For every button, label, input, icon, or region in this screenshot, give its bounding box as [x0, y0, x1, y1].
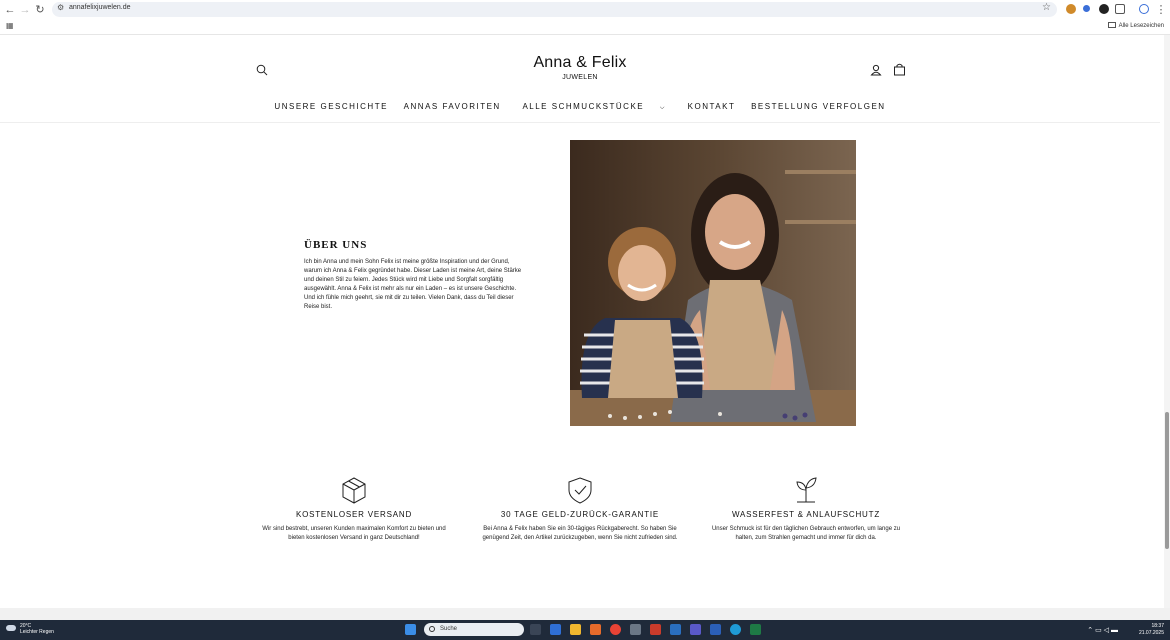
app-icon[interactable] [670, 624, 681, 635]
nav-unsere-geschichte[interactable]: UNSERE GESCHICHTE [274, 102, 388, 111]
bookmark-star-icon[interactable]: ☆ [1042, 2, 1051, 13]
taskbar-search-label: Suche [440, 626, 458, 632]
chrome-icon[interactable] [610, 624, 621, 635]
clock-date: 21.07.2025 [1138, 630, 1164, 636]
nav-bestellung-verfolgen[interactable]: BESTELLUNG VERFOLGEN [751, 102, 885, 111]
extension-search-icon[interactable] [1083, 5, 1090, 12]
shield-check-icon [568, 477, 592, 504]
url-text: annafelixjuwelen.de [69, 4, 131, 11]
feature-title: 30 TAGE GELD-ZURÜCK-GARANTIE [500, 510, 660, 519]
excel-icon[interactable] [750, 624, 761, 635]
extension-icon[interactable] [1099, 4, 1109, 14]
reload-icon[interactable]: ↻ [33, 3, 47, 17]
feature-text: Bei Anna & Felix haben Sie ein 30-tägige… [482, 526, 678, 541]
nav-alle-schmuckstuecke-label: ALLE SCHMUCKSTÜCKE [522, 102, 645, 111]
menu-kebab-icon[interactable]: ⋮ [1154, 3, 1168, 17]
header-divider [0, 122, 1160, 123]
chevron-down-icon: ⌵ [659, 105, 666, 111]
feature-money-back: 30 TAGE GELD-ZURÜCK-GARANTIE Bei Anna & … [480, 476, 680, 543]
nav-kontakt[interactable]: KONTAKT [688, 102, 736, 111]
file-explorer-icon[interactable] [570, 624, 581, 635]
box-icon [342, 477, 366, 504]
nav-annas-favoriten[interactable]: ANNAS FAVORITEN [404, 102, 501, 111]
brand-logo[interactable]: Anna & Felix [0, 54, 1160, 72]
nav-alle-schmuckstuecke[interactable]: ALLE SCHMUCKSTÜCKE ⌵ [516, 102, 671, 112]
taskbar-search[interactable]: Suche [424, 623, 524, 636]
site-info-icon[interactable]: ⚙ [57, 3, 64, 12]
all-bookmarks-label: Alle Lesezeichen [1118, 23, 1164, 29]
brand-subtitle: JUWELEN [562, 74, 598, 81]
feature-text: Wir sind bestrebt, unseren Kunden maxima… [262, 526, 446, 541]
teams-icon[interactable] [690, 624, 701, 635]
plant-icon [796, 477, 817, 503]
footer-strip [0, 608, 1170, 620]
search-icon [429, 626, 435, 632]
apps-grid-icon[interactable]: ▦ [6, 21, 14, 30]
outlook-icon[interactable] [550, 624, 561, 635]
browser-chrome: ← → ↻ ⚙ annafelixjuwelen.de ☆ ⋮ ▦ Alle L… [0, 0, 1170, 35]
feature-waterproof: WASSERFEST & ANLAUFSCHUTZ Unser Schmuck … [706, 476, 906, 543]
scrollbar-thumb[interactable] [1165, 412, 1169, 549]
back-icon[interactable]: ← [3, 3, 17, 17]
about-title: ÜBER UNS [304, 239, 368, 251]
feature-title: WASSERFEST & ANLAUFSCHUTZ [731, 510, 881, 519]
all-bookmarks[interactable]: Alle Lesezeichen [1107, 22, 1164, 29]
firefox-icon[interactable] [590, 624, 601, 635]
windows-start-icon[interactable] [405, 624, 416, 635]
clock-time: 18:37 [1151, 623, 1164, 629]
weather-desc: Leichter Regen [20, 629, 54, 635]
main-navigation: UNSERE GESCHICHTE ANNAS FAVORITEN ALLE S… [0, 102, 1160, 112]
extension-icon[interactable] [1066, 4, 1076, 14]
word-icon[interactable] [710, 624, 721, 635]
address-bar[interactable]: ⚙ annafelixjuwelen.de ☆ [52, 2, 1057, 17]
cloud-rain-icon [6, 625, 16, 631]
clock[interactable]: 18:37 21.07.2025 [1139, 623, 1164, 637]
cart-icon[interactable] [893, 63, 906, 76]
about-text: Ich bin Anna und mein Sohn Felix ist mei… [304, 259, 522, 310]
pdf-icon[interactable] [650, 624, 661, 635]
app-icon[interactable] [630, 624, 641, 635]
windows-taskbar: 20°C Leichter Regen Suche ⌃ ▭ ◁ ▬ 18:37 2… [0, 620, 1170, 640]
feature-free-shipping: KOSTENLOSER VERSAND Wir sind bestrebt, u… [254, 476, 454, 543]
extensions-puzzle-icon[interactable] [1115, 4, 1125, 14]
forward-icon[interactable]: → [18, 3, 32, 17]
feature-title: KOSTENLOSER VERSAND [295, 510, 413, 519]
about-photo [570, 140, 856, 426]
task-view-icon[interactable] [530, 624, 541, 635]
system-tray-icons[interactable]: ⌃ ▭ ◁ ▬ [1087, 626, 1118, 634]
account-icon[interactable] [870, 64, 882, 76]
folder-icon [1107, 22, 1116, 28]
feature-text: Unser Schmuck ist für den täglichen Gebr… [711, 526, 901, 541]
edge-icon[interactable] [730, 624, 741, 635]
profile-icon[interactable] [1139, 4, 1149, 14]
